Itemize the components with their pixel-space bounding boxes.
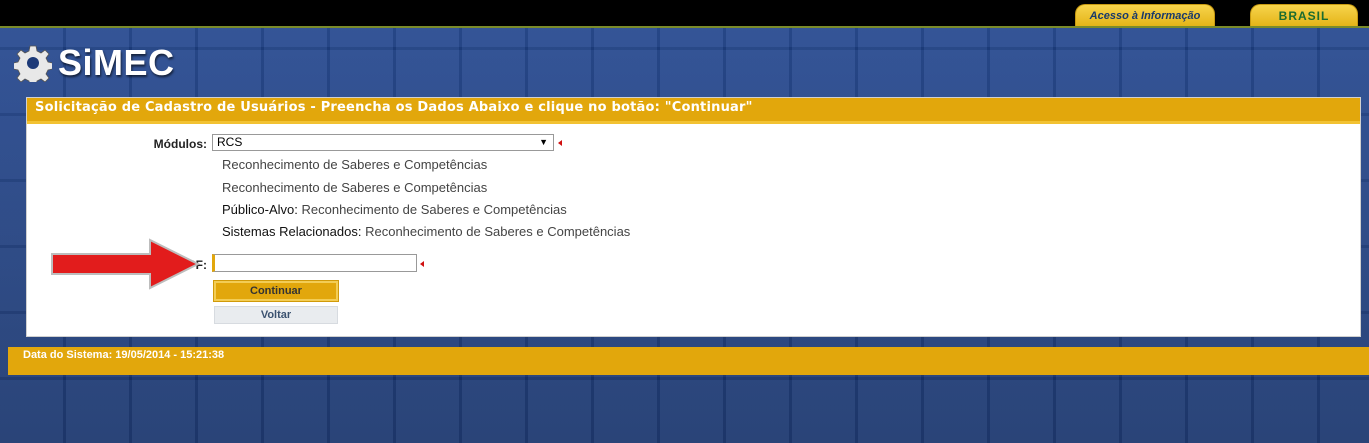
continuar-button[interactable]: Continuar	[213, 280, 339, 302]
required-marker-icon	[420, 261, 424, 267]
registration-panel: Solicitação de Cadastro de Usuários - Pr…	[26, 97, 1361, 337]
sistemas-relacionados-value: Reconhecimento de Saberes e Competências	[365, 224, 631, 239]
system-date-bar: Data do Sistema: 19/05/2014 - 15:21:38	[8, 347, 1369, 375]
acesso-informacao-link[interactable]: Acesso à Informação	[1075, 4, 1215, 26]
modulos-selected-value: RCS	[217, 135, 243, 149]
logo-text: SiMEC	[58, 42, 175, 83]
modulos-label: Módulos:	[153, 137, 207, 151]
cpf-input[interactable]	[212, 254, 417, 272]
module-description-2: Reconhecimento de Saberes e Competências	[222, 180, 488, 195]
panel-title: Solicitação de Cadastro de Usuários - Pr…	[27, 98, 1360, 124]
publico-alvo-value: Reconhecimento de Saberes e Competências	[301, 202, 567, 217]
brasil-link[interactable]: BRASIL	[1250, 4, 1358, 26]
module-description-1: Reconhecimento de Saberes e Competências	[222, 157, 488, 172]
gear-icon	[14, 45, 52, 82]
sistemas-relacionados-label: Sistemas Relacionados:	[222, 224, 362, 239]
publico-alvo-row: Público-Alvo: Reconhecimento de Saberes …	[222, 202, 567, 217]
top-bar: Acesso à Informação BRASIL	[0, 0, 1369, 28]
chevron-down-icon: ▼	[539, 137, 548, 147]
modulos-select[interactable]: RCS ▼	[212, 134, 554, 151]
system-date-text: Data do Sistema: 19/05/2014 - 15:21:38	[23, 349, 225, 361]
voltar-button[interactable]: Voltar	[214, 306, 338, 324]
publico-alvo-label: Público-Alvo:	[222, 202, 298, 217]
required-marker-icon	[558, 140, 562, 146]
sistemas-relacionados-row: Sistemas Relacionados: Reconhecimento de…	[222, 224, 630, 239]
red-arrow-icon	[51, 238, 200, 290]
